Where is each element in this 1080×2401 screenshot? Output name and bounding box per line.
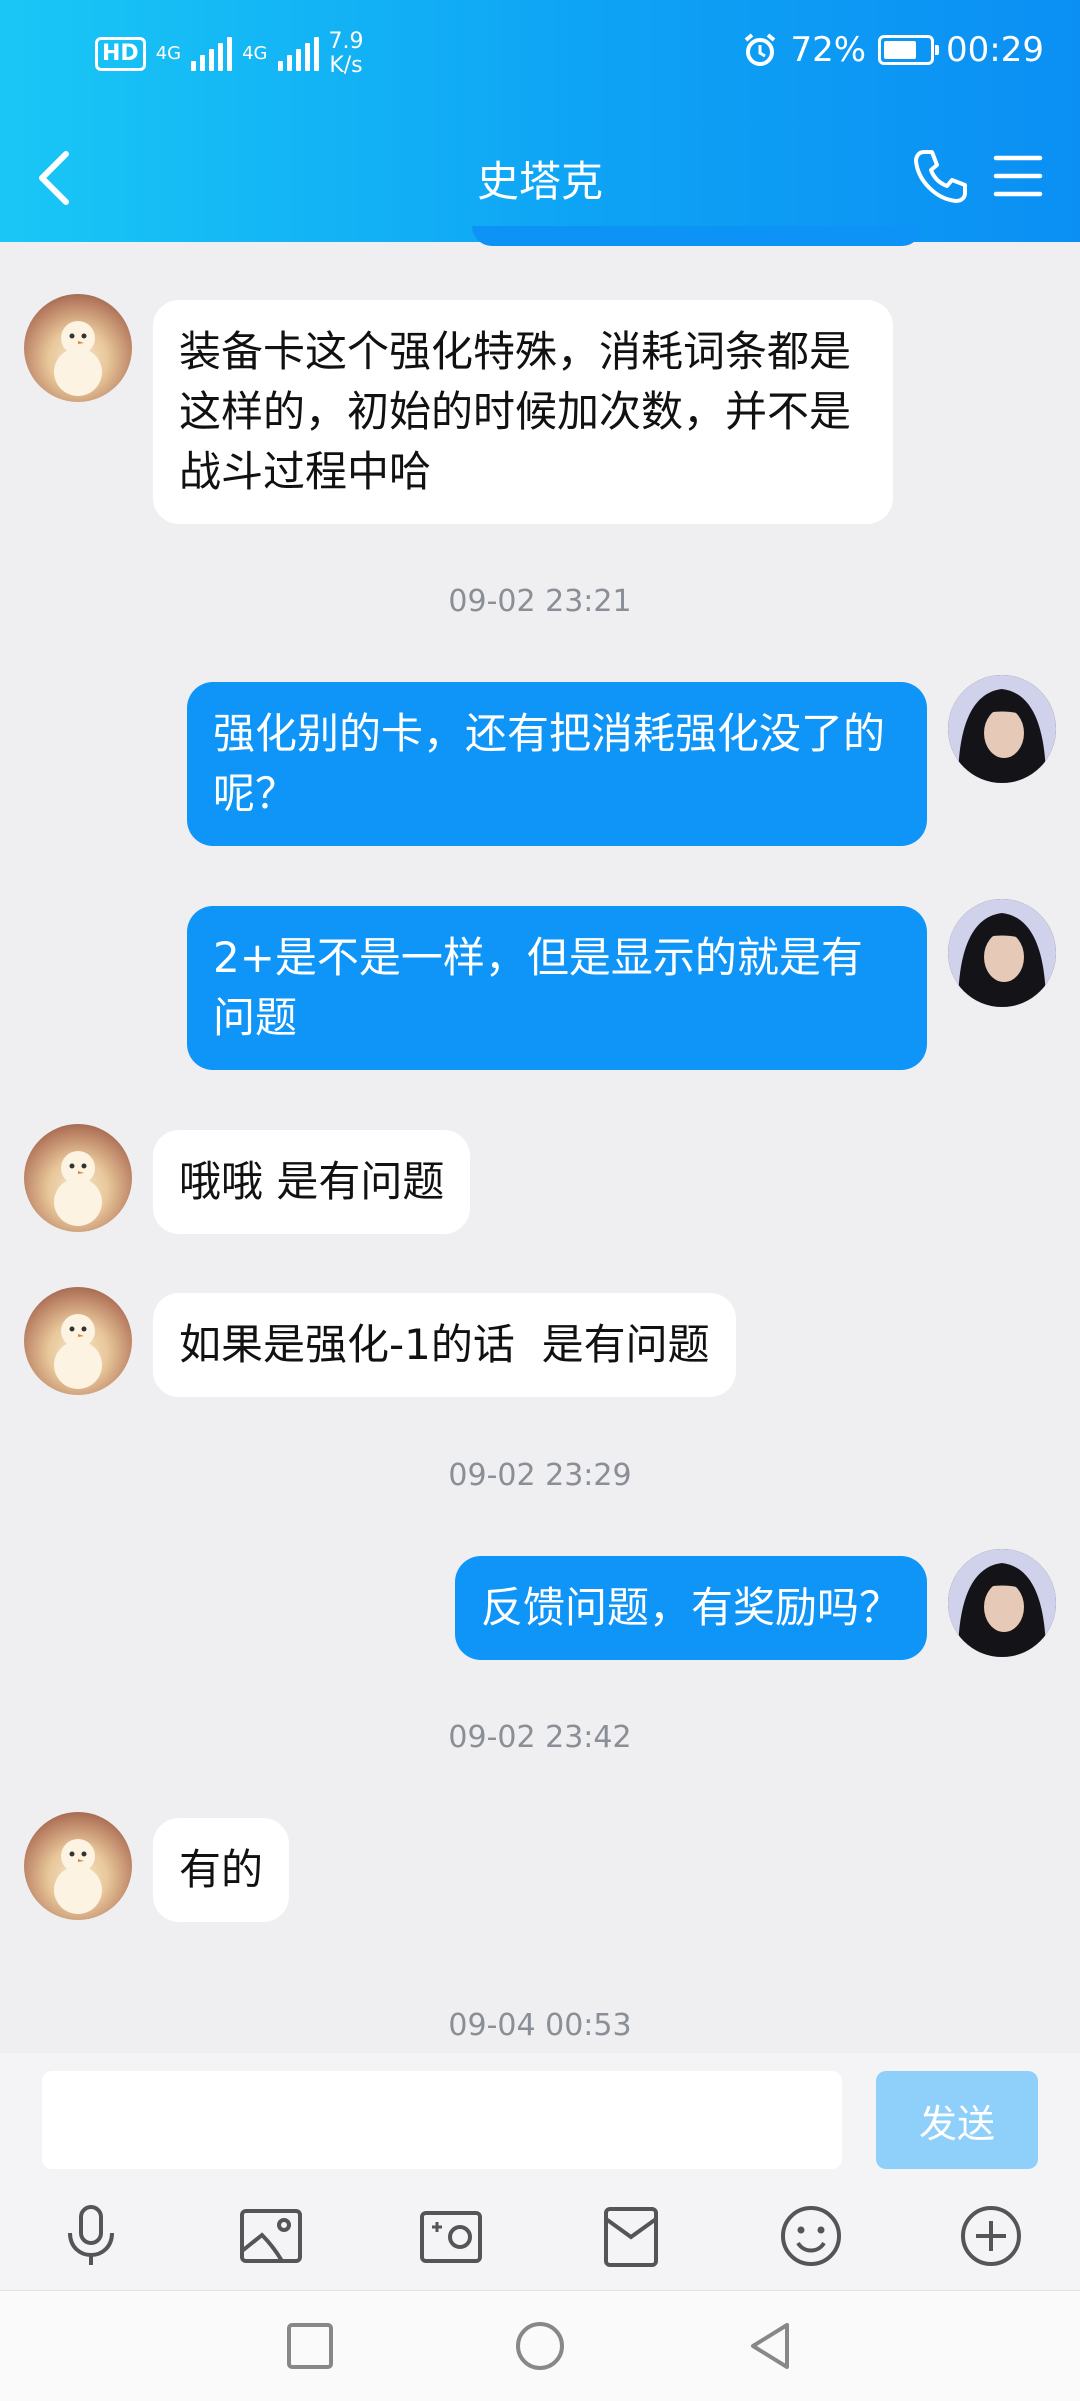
nav-bar: 史塔克 — [0, 120, 1080, 230]
snowman-icon — [54, 321, 102, 396]
battery-percent: 72% — [790, 30, 867, 70]
app-header: HD 4G 4G 7.9 K/s 72% 00:29 史塔克 — [0, 0, 1080, 242]
file-icon — [604, 2207, 658, 2267]
recent-apps-button[interactable] — [283, 2319, 337, 2373]
message-bubble-incoming[interactable]: 如果是强化-1的话 是有问题 — [153, 1293, 736, 1397]
network-speed: 7.9 K/s — [329, 30, 364, 78]
message-bubble-incoming[interactable]: 装备卡这个强化特殊，消耗词条都是这样的，初始的时候加次数，并不是战斗过程中哈 — [153, 300, 893, 524]
timestamp: 09-02 23:29 — [448, 1458, 632, 1493]
status-left: HD 4G 4G 7.9 K/s — [95, 30, 364, 78]
back-nav-button[interactable] — [743, 2319, 797, 2373]
alarm-icon — [745, 33, 776, 66]
camera-icon — [420, 2211, 482, 2263]
circle-icon — [516, 2322, 564, 2370]
call-button[interactable] — [910, 146, 970, 206]
contact-avatar[interactable] — [24, 294, 132, 402]
message-bubble-outgoing[interactable]: 2+是不是一样，但是显示的就是有问题 — [187, 906, 927, 1070]
signal-icon — [191, 37, 233, 71]
snowman-icon — [54, 1839, 102, 1914]
voice-button[interactable] — [56, 2201, 126, 2271]
more-button[interactable] — [956, 2201, 1026, 2271]
microphone-icon — [68, 2205, 114, 2265]
contact-avatar[interactable] — [24, 1812, 132, 1920]
my-avatar[interactable] — [948, 675, 1056, 783]
user-photo-icon — [948, 1549, 1056, 1657]
image-icon — [240, 2209, 302, 2263]
square-icon — [287, 2323, 333, 2369]
snowman-icon — [54, 1151, 102, 1226]
emoji-button[interactable] — [776, 2201, 846, 2271]
previous-bubble-edge — [472, 226, 922, 246]
image-button[interactable] — [236, 2201, 306, 2271]
input-area: 发送 — [0, 2053, 1080, 2290]
timestamp: 09-02 23:42 — [448, 1720, 632, 1755]
contact-avatar[interactable] — [24, 1124, 132, 1232]
triangle-back-icon — [751, 2323, 789, 2369]
sim2-label: 4G — [242, 43, 268, 64]
user-photo-icon — [948, 899, 1056, 1007]
hd-icon: HD — [95, 37, 146, 71]
emoji-icon — [781, 2206, 841, 2266]
network-speed-value: 7.9 — [328, 29, 364, 54]
file-button[interactable] — [596, 2201, 666, 2271]
clock: 00:29 — [946, 30, 1044, 70]
sim1-label: 4G — [155, 43, 182, 64]
home-button[interactable] — [513, 2319, 567, 2373]
contact-avatar[interactable] — [24, 1287, 132, 1395]
timestamp: 09-04 00:53 — [448, 2008, 632, 2043]
plus-icon — [961, 2206, 1021, 2266]
status-bar: HD 4G 4G 7.9 K/s 72% 00:29 — [0, 0, 1080, 110]
message-input[interactable] — [42, 2071, 842, 2169]
my-avatar[interactable] — [948, 899, 1056, 1007]
my-avatar[interactable] — [948, 1549, 1056, 1657]
network-speed-unit: K/s — [329, 53, 363, 78]
system-navigation-bar — [0, 2290, 1080, 2401]
camera-button[interactable] — [416, 2201, 486, 2271]
menu-icon — [993, 155, 1043, 197]
status-right: 72% 00:29 — [742, 30, 1044, 70]
phone-icon — [914, 150, 967, 203]
battery-icon — [878, 35, 940, 65]
signal-icon — [277, 37, 319, 71]
send-button[interactable]: 发送 — [876, 2071, 1038, 2169]
timestamp: 09-02 23:21 — [448, 584, 632, 619]
message-bubble-incoming[interactable]: 哦哦 是有问题 — [153, 1130, 471, 1234]
menu-button[interactable] — [992, 150, 1044, 202]
snowman-icon — [54, 1314, 102, 1389]
message-bubble-outgoing[interactable]: 反馈问题，有奖励吗？ — [454, 1556, 927, 1660]
user-photo-icon — [948, 675, 1056, 783]
battery-fill — [884, 41, 916, 59]
message-bubble-outgoing[interactable]: 强化别的卡，还有把消耗强化没了的呢？ — [187, 682, 927, 846]
message-bubble-incoming[interactable]: 有的 — [153, 1818, 290, 1922]
